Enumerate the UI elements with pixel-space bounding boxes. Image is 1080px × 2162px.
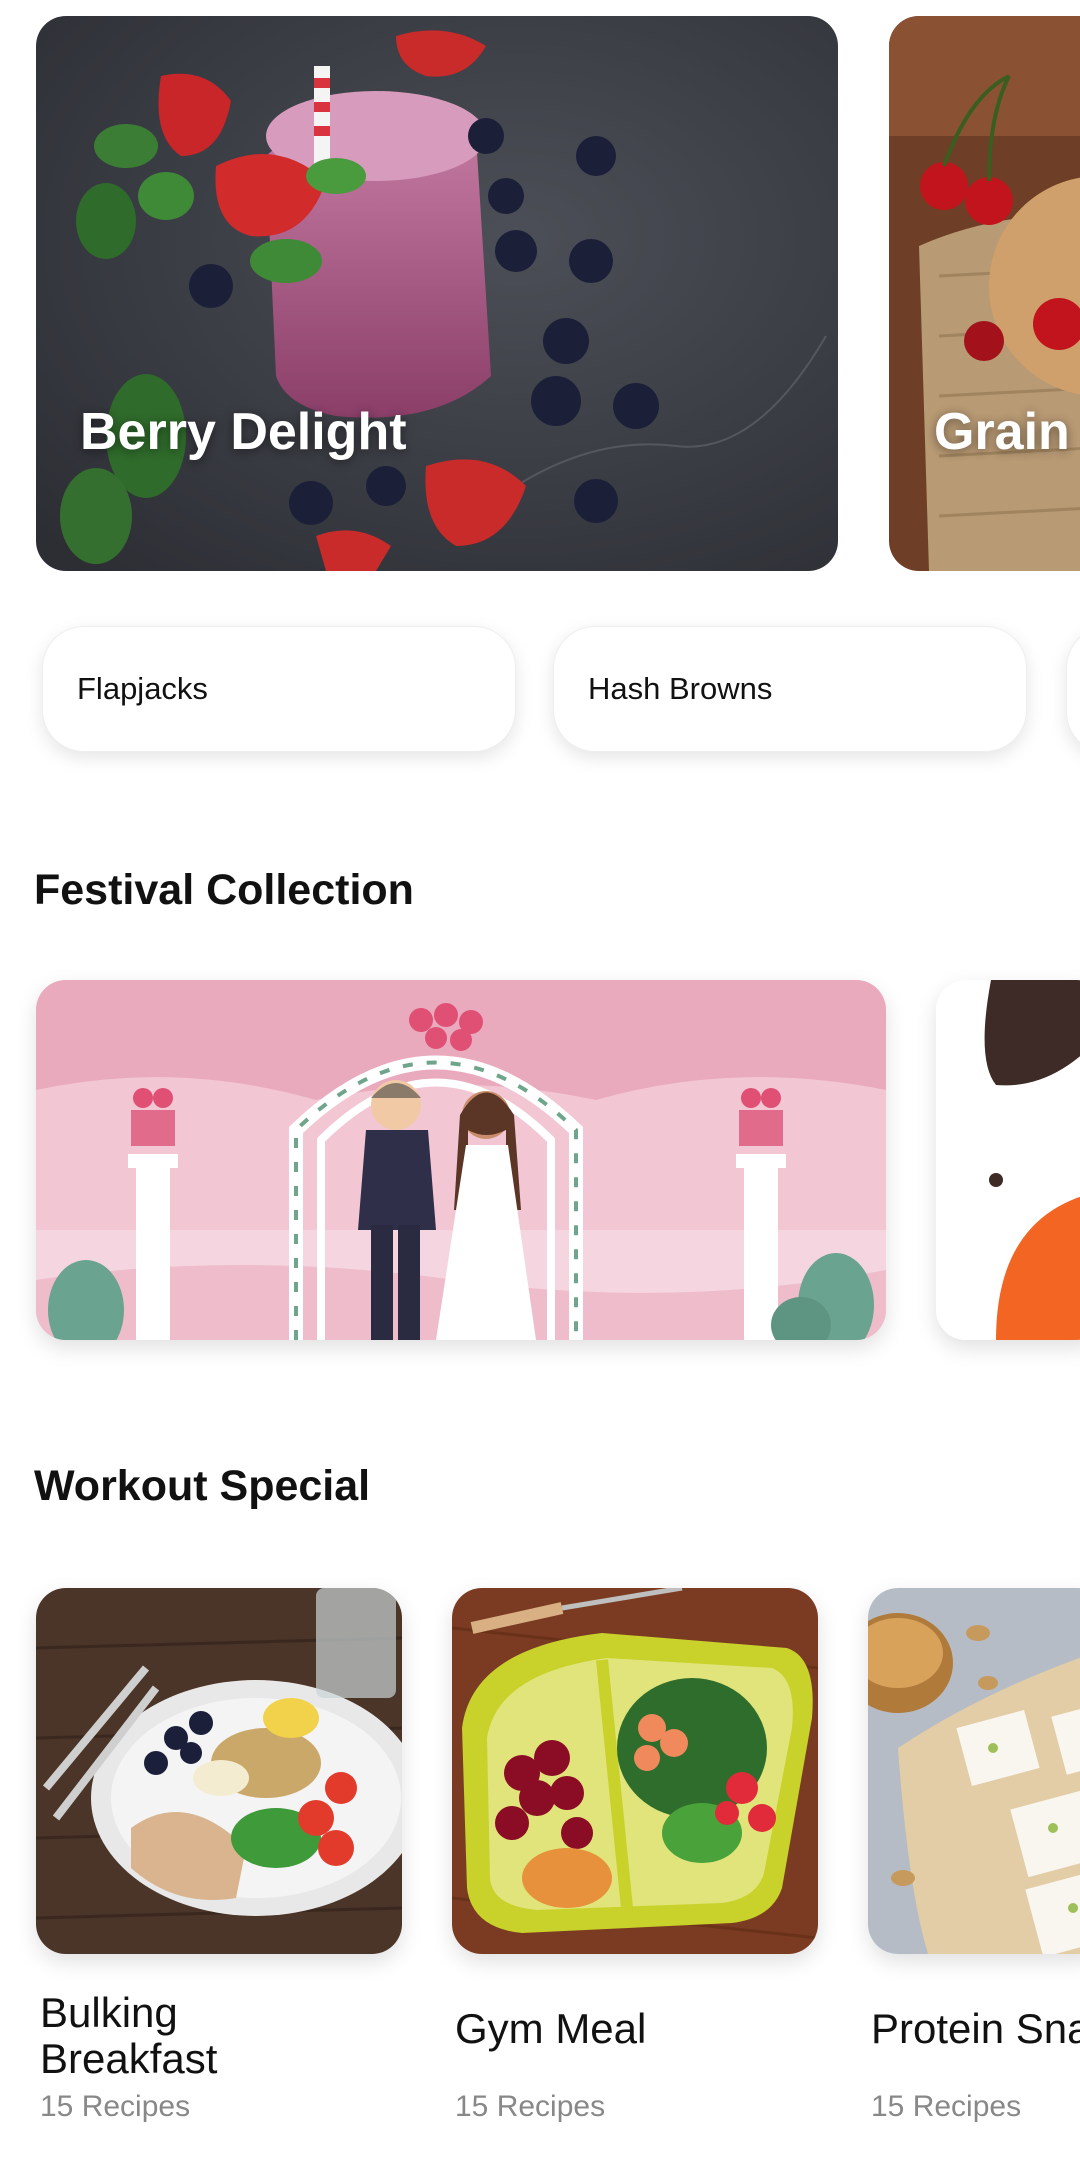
gym-meal-image <box>452 1588 818 1954</box>
hero-card-grain[interactable]: Grain <box>889 16 1080 571</box>
hero-card-title: Berry Delight <box>80 403 407 461</box>
section-title-workout: Workout Special <box>34 1462 371 1510</box>
chip-hash-browns[interactable]: Hash Browns <box>553 626 1027 752</box>
berry-smoothie-image <box>36 16 838 571</box>
festival-partial-illustration <box>936 980 1080 1340</box>
hero-card-berry-delight[interactable]: Berry Delight <box>36 16 838 571</box>
workout-tile-protein-snacks[interactable] <box>868 1588 1080 1954</box>
chip-flapjacks[interactable]: Flapjacks <box>42 626 516 752</box>
section-title-festival: Festival Collection <box>34 866 414 914</box>
recipe-title: Protein Sna <box>871 2005 1080 2052</box>
workout-tile-bulking-breakfast[interactable] <box>36 1588 402 1954</box>
recipe-title: Gym Meal <box>455 2005 647 2052</box>
hero-card-title: Grain <box>934 403 1070 461</box>
recipe-count: 15 Recipes <box>871 2090 1022 2123</box>
grain-bowl-image <box>889 16 1080 571</box>
bulking-breakfast-image <box>36 1588 402 1954</box>
chip-label: Hash Browns <box>588 671 773 706</box>
workout-tile-gym-meal[interactable] <box>452 1588 818 1954</box>
wedding-illustration <box>36 980 886 1340</box>
festival-card-partial[interactable] <box>936 980 1080 1340</box>
chip-partial[interactable] <box>1066 626 1080 754</box>
protein-snacks-image <box>868 1588 1080 1954</box>
recipe-count: 15 Recipes <box>40 2090 191 2123</box>
festival-card-wedding[interactable] <box>36 980 886 1340</box>
recipe-title: Bulking Breakfast <box>40 1989 218 2082</box>
recipe-count: 15 Recipes <box>455 2090 606 2123</box>
chip-label: Flapjacks <box>77 671 208 706</box>
